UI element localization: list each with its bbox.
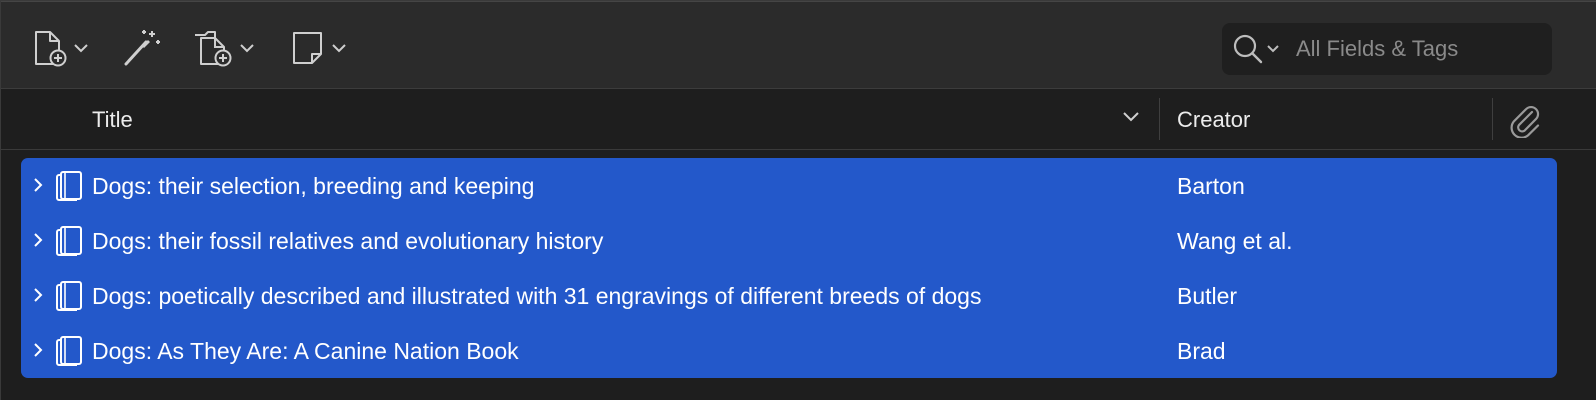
book-icon <box>56 171 82 201</box>
table-row[interactable]: Dogs: their selection, breeding and keep… <box>21 158 1557 213</box>
item-creator: Barton <box>1177 173 1245 199</box>
new-note-button[interactable] <box>291 28 347 68</box>
chevron-down-icon <box>332 44 346 53</box>
paperclip-icon[interactable] <box>1508 104 1542 138</box>
search-input[interactable] <box>1296 36 1516 62</box>
items-toolbar <box>1 1 1596 89</box>
table-row[interactable]: Dogs: As They Are: A Canine Nation Book … <box>21 323 1557 378</box>
chevron-right-icon[interactable] <box>32 341 44 359</box>
table-row[interactable]: Dogs: their fossil relatives and evoluti… <box>21 213 1557 268</box>
chevron-right-icon[interactable] <box>32 231 44 249</box>
chevron-right-icon[interactable] <box>32 286 44 304</box>
item-title: Dogs: poetically described and illustrat… <box>92 283 982 309</box>
items-list: Dogs: their selection, breeding and keep… <box>21 158 1557 378</box>
book-icon <box>56 281 82 311</box>
book-icon <box>56 226 82 256</box>
book-icon <box>56 336 82 366</box>
item-creator: Brad <box>1177 338 1226 364</box>
new-item-button[interactable] <box>33 28 89 68</box>
search-icon <box>1233 34 1263 64</box>
creator-column-header[interactable]: Creator <box>1177 107 1250 133</box>
add-attachment-button[interactable] <box>193 28 255 68</box>
new-document-icon <box>35 31 67 67</box>
item-title: Dogs: As They Are: A Canine Nation Book <box>92 338 519 364</box>
item-title: Dogs: their selection, breeding and keep… <box>92 173 535 199</box>
item-creator: Butler <box>1177 283 1238 309</box>
item-title: Dogs: their fossil relatives and evoluti… <box>92 228 604 254</box>
sort-chevron-down-icon[interactable] <box>1121 110 1141 124</box>
table-row[interactable]: Dogs: poetically described and illustrat… <box>21 268 1557 323</box>
add-by-identifier-button[interactable] <box>122 28 164 68</box>
item-creator: Wang et al. <box>1177 228 1293 254</box>
column-divider[interactable] <box>1492 98 1493 140</box>
search-mode-menu[interactable] <box>1232 33 1280 65</box>
add-attachment-icon <box>195 31 232 67</box>
column-header: Title Creator <box>1 90 1596 150</box>
chevron-down-icon <box>240 44 254 53</box>
chevron-down-icon <box>1267 45 1279 53</box>
chevron-down-icon <box>74 44 88 53</box>
column-divider[interactable] <box>1159 98 1160 140</box>
magic-wand-icon <box>124 30 160 66</box>
title-column-header[interactable]: Title <box>92 107 133 133</box>
zotero-items-pane: Title Creator Dogs: their selection, bre… <box>0 0 1596 400</box>
chevron-right-icon[interactable] <box>32 176 44 194</box>
note-icon <box>293 32 322 64</box>
search-field[interactable] <box>1222 23 1552 75</box>
